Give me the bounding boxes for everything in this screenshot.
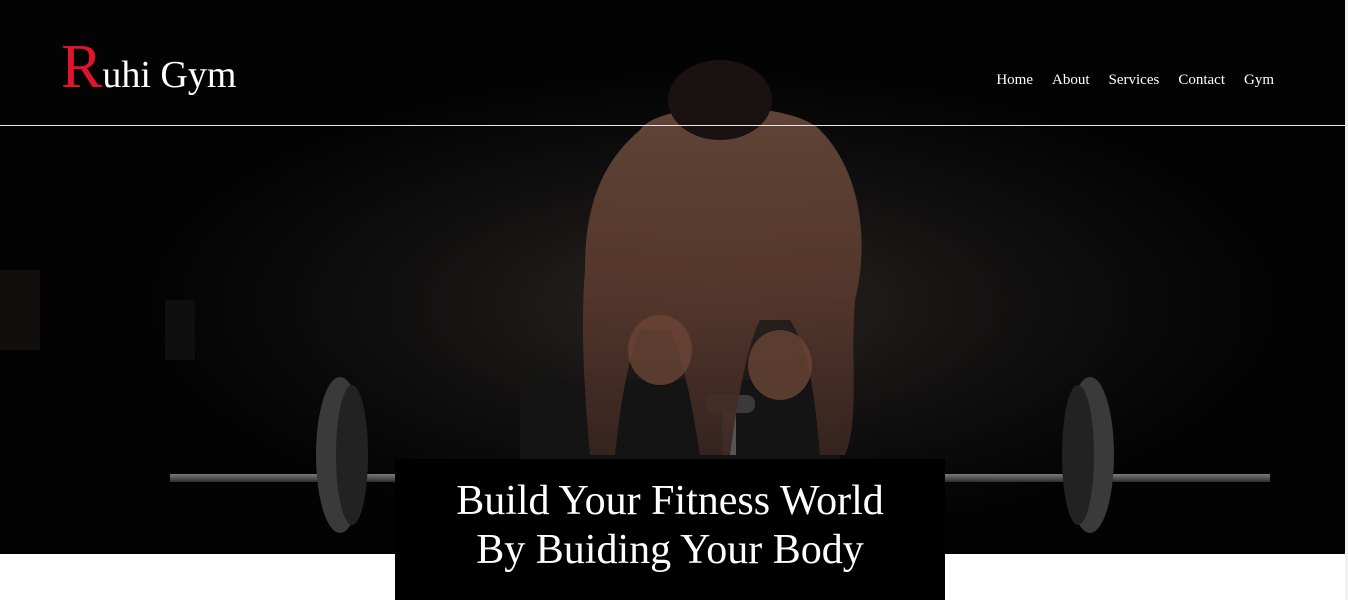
hero-headline-line-2: By Buiding Your Body bbox=[476, 527, 864, 573]
logo-text: uhi Gym bbox=[102, 54, 237, 96]
nav-about[interactable]: About bbox=[1052, 72, 1090, 88]
hero-headline-box: Build Your Fitness World By Buiding Your… bbox=[395, 459, 945, 600]
page: Ruhi Gym Home About Services Contact Gym… bbox=[0, 0, 1348, 600]
logo-initial: R bbox=[61, 33, 103, 101]
nav-services[interactable]: Services bbox=[1109, 72, 1160, 88]
hero-headline-line-1: Build Your Fitness World bbox=[456, 478, 884, 524]
site-logo[interactable]: Ruhi Gym bbox=[61, 36, 236, 98]
hero-headline: Build Your Fitness World By Buiding Your… bbox=[400, 477, 940, 575]
nav-gym[interactable]: Gym bbox=[1244, 72, 1274, 88]
main-nav: Home About Services Contact Gym bbox=[996, 72, 1274, 88]
nav-home[interactable]: Home bbox=[996, 72, 1033, 88]
nav-contact[interactable]: Contact bbox=[1178, 72, 1225, 88]
site-header: Ruhi Gym Home About Services Contact Gym bbox=[0, 0, 1345, 126]
